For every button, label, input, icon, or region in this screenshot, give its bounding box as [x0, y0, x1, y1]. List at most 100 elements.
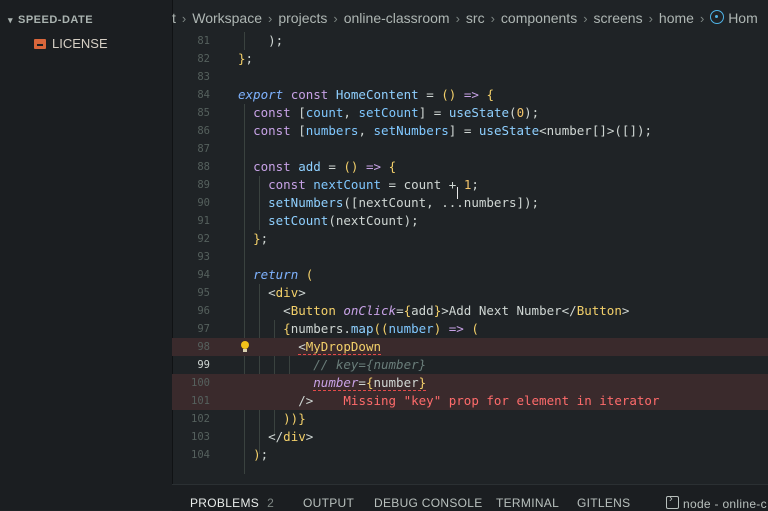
code-text: export const HomeContent = () => { — [238, 87, 494, 102]
inline-error-message: Missing "key" prop for element in iterat… — [343, 393, 660, 408]
code-text: return ( — [253, 267, 314, 282]
chevron-right-icon: › — [490, 11, 495, 26]
code-line: 88 const add = () => { — [172, 158, 768, 176]
chevron-right-icon: › — [648, 11, 653, 26]
file-item-license[interactable]: LICENSE — [34, 36, 108, 51]
explorer-sidebar: ▾ SPEED-DATE LICENSE — [0, 0, 173, 510]
breadcrumb-item[interactable]: t — [172, 10, 176, 26]
line-number: 97 — [197, 323, 210, 335]
code-text: setCount(nextCount); — [268, 213, 419, 228]
code-line: 102 ))} — [172, 410, 768, 428]
chevron-right-icon: › — [699, 11, 705, 26]
code-line: 99 // key={number} — [172, 356, 768, 374]
code-text: <Button onClick={add}>Add Next Number</B… — [283, 303, 630, 318]
line-number: 82 — [197, 53, 210, 65]
code-text: {numbers.map((number) => ( — [283, 321, 479, 336]
chevron-right-icon: › — [181, 11, 187, 26]
code-text: const add = () => { — [253, 159, 397, 174]
chevron-right-icon: › — [583, 11, 588, 26]
line-number: 104 — [191, 449, 210, 461]
code-line: 101 /> Missing "key" prop for element in… — [172, 392, 768, 410]
line-number: 93 — [197, 251, 210, 263]
line-number: 90 — [197, 197, 210, 209]
line-number: 88 — [197, 161, 210, 173]
code-text: ); — [253, 447, 269, 462]
code-text: /> Missing "key" prop for element in ite… — [298, 393, 660, 408]
code-text: ))} — [283, 411, 306, 426]
breadcrumb-item[interactable]: home — [659, 10, 694, 26]
bottom-panel-tabs: PROBLEMS 2 OUTPUT DEBUG CONSOLE TERMINAL … — [172, 484, 768, 511]
chevron-right-icon: › — [455, 11, 460, 26]
line-number: 100 — [191, 377, 210, 389]
line-number: 95 — [197, 287, 210, 299]
line-number: 99 — [197, 359, 210, 371]
mouse-cursor-icon — [457, 187, 464, 199]
code-line: 91 setCount(nextCount); — [172, 212, 768, 230]
terminal-selector[interactable]: node - online-c — [666, 493, 767, 511]
line-number: 81 — [197, 35, 210, 47]
line-number: 84 — [197, 89, 210, 101]
breadcrumb-item[interactable]: Workspace — [192, 10, 262, 26]
line-number: 94 — [197, 269, 210, 281]
line-number: 101 — [191, 395, 210, 407]
code-editor[interactable]: 81 ); 82}; 83 84 export const HomeContent… — [172, 32, 768, 484]
chevron-right-icon: › — [333, 11, 338, 26]
line-number: 103 — [191, 431, 210, 443]
breadcrumb: t › Workspace › projects › online-classroom › sr… — [172, 10, 768, 32]
line-number: 102 — [191, 413, 210, 425]
chevron-down-icon: ▾ — [8, 15, 14, 25]
code-line: 82}; — [172, 50, 768, 68]
tab-problems[interactable]: PROBLEMS 2 — [190, 496, 274, 510]
line-number: 96 — [197, 305, 210, 317]
code-line: 98 <MyDropDown — [172, 338, 768, 356]
code-text: </div> — [268, 429, 314, 444]
line-number: 87 — [197, 143, 210, 155]
code-text: }; — [253, 231, 269, 246]
problems-count-badge: 2 — [267, 496, 275, 510]
tab-gitlens[interactable]: GITLENS — [577, 496, 630, 510]
code-line: 87 — [172, 140, 768, 158]
react-file-icon — [710, 10, 725, 24]
code-text: <div> — [268, 285, 306, 300]
breadcrumb-item[interactable]: src — [466, 10, 485, 26]
license-file-icon — [34, 39, 46, 49]
code-text: setNumbers([nextCount, ...numbers]); — [268, 195, 540, 210]
breadcrumb-item[interactable]: components — [501, 10, 577, 26]
code-line: 97 {numbers.map((number) => ( — [172, 320, 768, 338]
code-text: const [count, setCount] = useState(0); — [253, 105, 540, 120]
tab-debug-console[interactable]: DEBUG CONSOLE — [374, 496, 483, 510]
code-line: 103 </div> — [172, 428, 768, 446]
breadcrumb-item[interactable]: online-classroom — [344, 10, 450, 26]
line-number: 98 — [197, 341, 210, 353]
code-text: // key={number} — [313, 357, 427, 372]
code-line: 95 <div> — [172, 284, 768, 302]
code-text: ); — [268, 33, 284, 48]
line-number: 89 — [197, 179, 210, 191]
terminal-name: node - online-c — [683, 497, 767, 511]
code-line: 81 ); — [172, 32, 768, 50]
code-text: number={number} — [313, 375, 427, 391]
tab-label: PROBLEMS — [190, 496, 260, 510]
code-line: 94 return ( — [172, 266, 768, 284]
code-line: 96 <Button onClick={add}>Add Next Number… — [172, 302, 768, 320]
breadcrumb-item[interactable]: Hom — [728, 10, 758, 26]
breadcrumb-item[interactable]: projects — [278, 10, 327, 26]
explorer-section-header[interactable]: ▾ SPEED-DATE — [8, 14, 93, 26]
code-text: const nextCount = count + 1; — [268, 177, 479, 192]
breadcrumb-item[interactable]: screens — [594, 10, 643, 26]
code-line: 85 const [count, setCount] = useState(0)… — [172, 104, 768, 122]
section-title: SPEED-DATE — [18, 14, 94, 26]
tab-output[interactable]: OUTPUT — [303, 496, 354, 510]
code-line: 83 — [172, 68, 768, 86]
line-number: 91 — [197, 215, 210, 227]
file-name: LICENSE — [52, 36, 108, 51]
code-text: const [numbers, setNumbers] = useState<n… — [253, 123, 653, 138]
tab-terminal[interactable]: TERMINAL — [496, 496, 559, 510]
code-line: 93 — [172, 248, 768, 266]
line-number: 86 — [197, 125, 210, 137]
line-number: 85 — [197, 107, 210, 119]
terminal-icon — [666, 493, 679, 509]
code-line: 89 const nextCount = count + 1; — [172, 176, 768, 194]
code-line: 104 ); — [172, 446, 768, 464]
code-line: 90 setNumbers([nextCount, ...numbers]); — [172, 194, 768, 212]
